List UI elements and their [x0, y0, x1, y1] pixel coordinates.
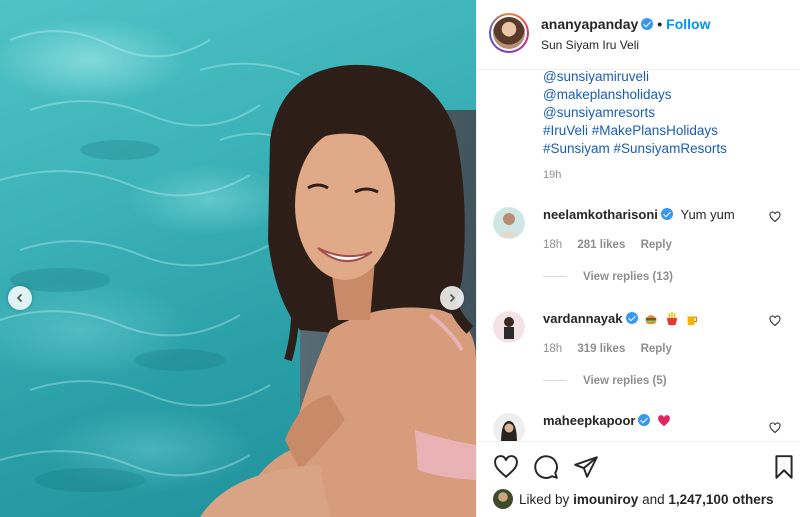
- share-icon[interactable]: [573, 454, 599, 480]
- bookmark-icon[interactable]: [771, 454, 797, 480]
- next-photo-button[interactable]: [440, 286, 464, 310]
- red-heart-emoji-icon: [658, 415, 671, 427]
- previous-photo-button[interactable]: [8, 286, 32, 310]
- chevron-left-icon: [16, 293, 23, 303]
- chevron-right-icon: [449, 293, 456, 303]
- beer-emoji-icon: [687, 313, 698, 326]
- comment-meta: 18h 281 likes Reply: [543, 239, 684, 251]
- view-replies-button[interactable]: View replies (5): [543, 375, 667, 387]
- hamburger-emoji-icon: [645, 315, 657, 325]
- comment-username[interactable]: vardannayak: [543, 311, 623, 326]
- comment-username[interactable]: maheepkapoor: [543, 413, 635, 428]
- comment-time: 18h: [543, 343, 563, 355]
- reply-button[interactable]: Reply: [641, 343, 672, 355]
- comment-meta: 18h 319 likes Reply: [543, 343, 684, 355]
- caption-mention[interactable]: @makeplansholidays: [543, 86, 793, 104]
- heart-icon[interactable]: [769, 211, 781, 223]
- avatar[interactable]: [493, 311, 525, 343]
- post-header: ananyapanday • Follow Sun Siyam Iru Veli: [477, 0, 800, 70]
- comment-line: vardannayak: [543, 311, 699, 326]
- avatar[interactable]: [493, 489, 513, 509]
- author-username[interactable]: ananyapanday: [541, 16, 638, 32]
- separator-dot: •: [657, 16, 663, 32]
- heart-icon[interactable]: [769, 422, 781, 434]
- caption-text: @sunsiyamiruveli @makeplansholidays @sun…: [543, 68, 793, 158]
- comment-time: 18h: [543, 239, 563, 251]
- post-photo[interactable]: [0, 0, 476, 517]
- caption-mention[interactable]: @sunsiyamresorts: [543, 104, 793, 122]
- follow-button[interactable]: Follow: [666, 16, 710, 32]
- caption-hashtags[interactable]: #IruVeli #MakePlansHolidays: [543, 122, 793, 140]
- verified-badge-icon: [660, 208, 673, 220]
- author-avatar[interactable]: [489, 13, 529, 53]
- fries-emoji-icon: [666, 312, 677, 326]
- liked-by-user[interactable]: imouniroy: [573, 492, 638, 507]
- comment-icon[interactable]: [533, 454, 559, 480]
- caption-hashtags[interactable]: #Sunsiyam #SunsiyamResorts: [543, 140, 793, 158]
- caption-mention[interactable]: @sunsiyamiruveli: [543, 68, 793, 86]
- comment-likes[interactable]: 319 likes: [577, 343, 625, 355]
- caption-timestamp: 19h: [543, 169, 562, 181]
- verified-badge-icon: [638, 414, 651, 426]
- post-side-panel: ananyapanday • Follow Sun Siyam Iru Veli @…: [476, 0, 800, 517]
- liked-by-others[interactable]: 1,247,100 others: [668, 492, 773, 507]
- heart-icon[interactable]: [493, 454, 519, 480]
- verified-badge-icon: [641, 18, 654, 30]
- liked-by-and: and: [642, 492, 665, 507]
- reply-button[interactable]: Reply: [641, 239, 672, 251]
- post-action-bar: Liked by imouniroy and 1,247,100 others: [477, 441, 800, 517]
- heart-icon[interactable]: [769, 315, 781, 327]
- liked-by-summary: Liked by imouniroy and 1,247,100 others: [493, 489, 773, 509]
- comment-line: neelamkotharisoni Yum yum: [543, 207, 735, 222]
- verified-badge-icon: [625, 312, 638, 324]
- avatar[interactable]: [493, 207, 525, 239]
- comment-username[interactable]: neelamkotharisoni: [543, 207, 658, 222]
- author-username-row: ananyapanday • Follow: [541, 16, 711, 32]
- comment-line: maheepkapoor: [543, 413, 671, 428]
- comment-likes[interactable]: 281 likes: [577, 239, 625, 251]
- comment-text: Yum yum: [680, 207, 735, 222]
- woman-smiling: [200, 64, 476, 517]
- liked-by-prefix: Liked by: [519, 492, 570, 507]
- view-replies-button[interactable]: View replies (13): [543, 271, 673, 283]
- post-location[interactable]: Sun Siyam Iru Veli: [541, 38, 639, 52]
